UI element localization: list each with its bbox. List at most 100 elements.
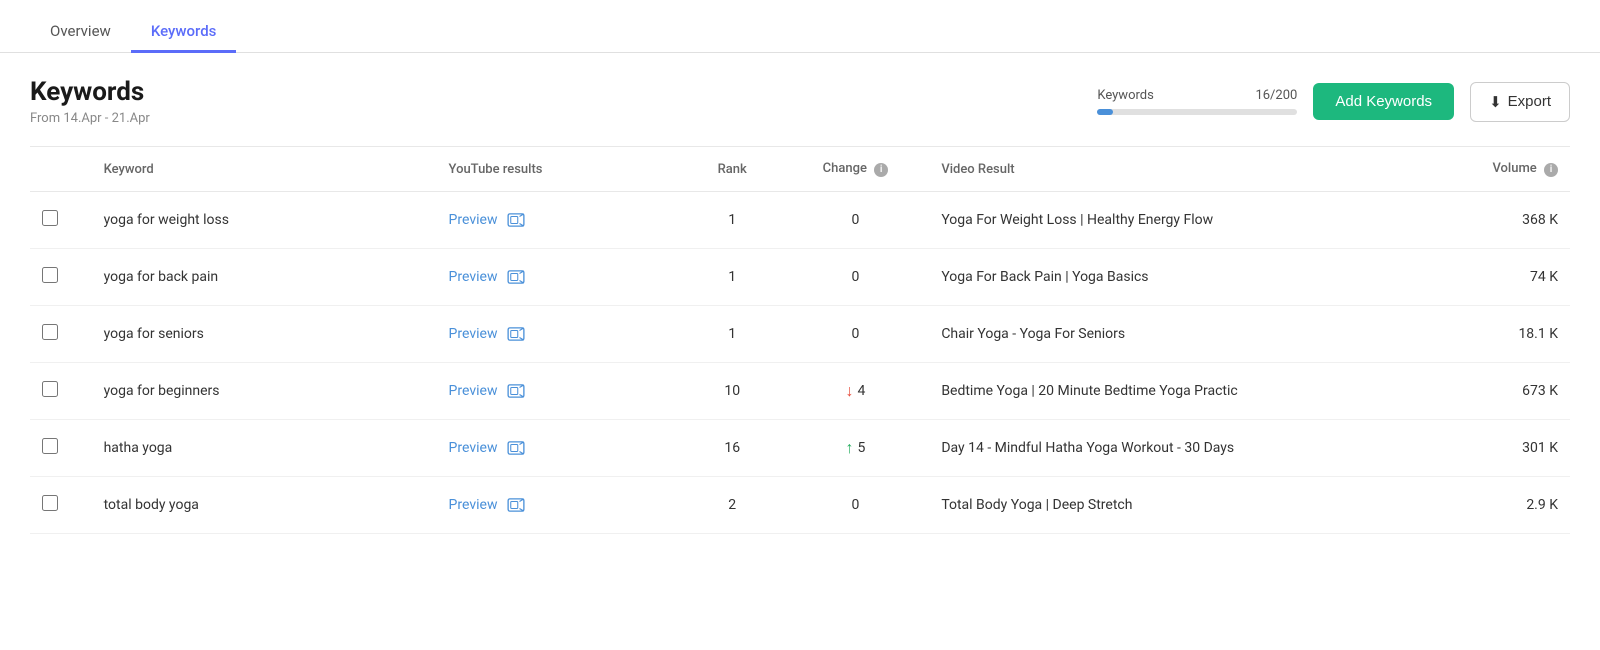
export-button[interactable]: ⬇ Export: [1470, 82, 1570, 122]
title-block: Keywords From 14.Apr - 21.Apr: [30, 77, 150, 126]
row-checkbox[interactable]: [42, 324, 58, 340]
preview-link[interactable]: Preview: [449, 326, 525, 342]
add-keywords-button[interactable]: Add Keywords: [1313, 83, 1454, 120]
keywords-progress-bar-fill: [1097, 109, 1113, 115]
keywords-table: Keyword YouTube results Rank Change i Vi…: [30, 146, 1570, 534]
row-change: 0: [781, 477, 929, 534]
arrow-down-icon: ↓: [845, 381, 853, 401]
row-checkbox-cell: [30, 249, 92, 306]
keywords-progress-bar-bg: [1097, 109, 1297, 115]
keywords-table-container: Keyword YouTube results Rank Change i Vi…: [0, 146, 1600, 534]
change-value: 0: [851, 212, 859, 228]
preview-icon: [507, 384, 525, 398]
row-checkbox-cell: [30, 306, 92, 363]
preview-link[interactable]: Preview: [449, 497, 525, 513]
col-header-rank: Rank: [683, 147, 782, 192]
row-youtube-results: Preview: [437, 420, 683, 477]
row-video-result: Total Body Yoga | Deep Stretch: [929, 477, 1446, 534]
row-video-result: Day 14 - Mindful Hatha Yoga Workout - 30…: [929, 420, 1446, 477]
page-title: Keywords: [30, 77, 150, 107]
table-header-row: Keyword YouTube results Rank Change i Vi…: [30, 147, 1570, 192]
table-row: yoga for seniors Preview 1 0 Chair Yoga - Y…: [30, 306, 1570, 363]
arrow-up-icon: ↑: [845, 438, 853, 458]
row-change: ↓4: [781, 363, 929, 420]
row-volume: 673 K: [1447, 363, 1570, 420]
row-checkbox[interactable]: [42, 267, 58, 283]
row-rank: 16: [683, 420, 782, 477]
row-video-result: Yoga For Weight Loss | Healthy Energy Fl…: [929, 192, 1446, 249]
preview-link[interactable]: Preview: [449, 269, 525, 285]
table-row: yoga for back pain Preview 1 0 Yoga For Bac…: [30, 249, 1570, 306]
row-checkbox[interactable]: [42, 438, 58, 454]
preview-icon: [507, 498, 525, 512]
row-checkbox-cell: [30, 477, 92, 534]
row-rank: 1: [683, 192, 782, 249]
keywords-counter: Keywords 16/200: [1097, 88, 1297, 115]
row-video-result: Yoga For Back Pain | Yoga Basics: [929, 249, 1446, 306]
table-row: total body yoga Preview 2 0 Total Body Yoga…: [30, 477, 1570, 534]
col-header-youtube: YouTube results: [437, 147, 683, 192]
row-checkbox-cell: [30, 420, 92, 477]
row-youtube-results: Preview: [437, 192, 683, 249]
preview-icon: [507, 441, 525, 455]
row-volume: 18.1 K: [1447, 306, 1570, 363]
change-value: 0: [851, 326, 859, 342]
tab-keywords[interactable]: Keywords: [131, 12, 237, 53]
col-header-change: Change i: [781, 147, 929, 192]
change-info-icon[interactable]: i: [874, 163, 888, 177]
row-checkbox-cell: [30, 192, 92, 249]
row-checkbox-cell: [30, 363, 92, 420]
row-volume: 301 K: [1447, 420, 1570, 477]
header-actions: Keywords 16/200 Add Keywords ⬇ Export: [1097, 82, 1570, 122]
row-change: ↑5: [781, 420, 929, 477]
row-volume: 368 K: [1447, 192, 1570, 249]
change-value: 5: [857, 440, 865, 456]
row-rank: 1: [683, 249, 782, 306]
change-value: 4: [857, 383, 865, 399]
row-rank: 1: [683, 306, 782, 363]
row-checkbox[interactable]: [42, 495, 58, 511]
download-icon: ⬇: [1489, 93, 1502, 111]
table-row: hatha yogaPreview 16↑5Day 14 - Mindful H…: [30, 420, 1570, 477]
row-youtube-results: Preview: [437, 363, 683, 420]
table-row: yoga for beginnersPreview 10↓4Bedtime Yo…: [30, 363, 1570, 420]
row-keyword: yoga for weight loss: [92, 192, 437, 249]
row-keyword: hatha yoga: [92, 420, 437, 477]
row-video-result: Chair Yoga - Yoga For Seniors: [929, 306, 1446, 363]
row-checkbox[interactable]: [42, 381, 58, 397]
keywords-counter-value: 16/200: [1255, 88, 1297, 103]
page-header: Keywords From 14.Apr - 21.Apr Keywords 1…: [0, 53, 1600, 146]
preview-icon: [507, 327, 525, 341]
row-keyword: yoga for seniors: [92, 306, 437, 363]
row-rank: 2: [683, 477, 782, 534]
col-header-video: Video Result: [929, 147, 1446, 192]
row-change: 0: [781, 249, 929, 306]
preview-icon: [507, 213, 525, 227]
table-row: yoga for weight loss Preview 1 0 Yoga For W…: [30, 192, 1570, 249]
row-keyword: yoga for beginners: [92, 363, 437, 420]
row-change: 0: [781, 192, 929, 249]
keywords-counter-label: Keywords: [1097, 88, 1153, 103]
col-header-checkbox: [30, 147, 92, 192]
row-volume: 2.9 K: [1447, 477, 1570, 534]
preview-link[interactable]: Preview: [449, 383, 525, 399]
change-value: 0: [851, 269, 859, 285]
preview-icon: [507, 270, 525, 284]
date-range: From 14.Apr - 21.Apr: [30, 111, 150, 126]
preview-link[interactable]: Preview: [449, 212, 525, 228]
row-keyword: total body yoga: [92, 477, 437, 534]
volume-info-icon[interactable]: i: [1544, 163, 1558, 177]
col-header-keyword: Keyword: [92, 147, 437, 192]
col-header-volume: Volume i: [1447, 147, 1570, 192]
row-video-result: Bedtime Yoga | 20 Minute Bedtime Yoga Pr…: [929, 363, 1446, 420]
row-youtube-results: Preview: [437, 477, 683, 534]
row-rank: 10: [683, 363, 782, 420]
row-youtube-results: Preview: [437, 306, 683, 363]
row-change: 0: [781, 306, 929, 363]
row-keyword: yoga for back pain: [92, 249, 437, 306]
row-checkbox[interactable]: [42, 210, 58, 226]
tab-overview[interactable]: Overview: [30, 12, 131, 53]
tab-bar: Overview Keywords: [0, 0, 1600, 53]
change-value: 0: [851, 497, 859, 513]
preview-link[interactable]: Preview: [449, 440, 525, 456]
